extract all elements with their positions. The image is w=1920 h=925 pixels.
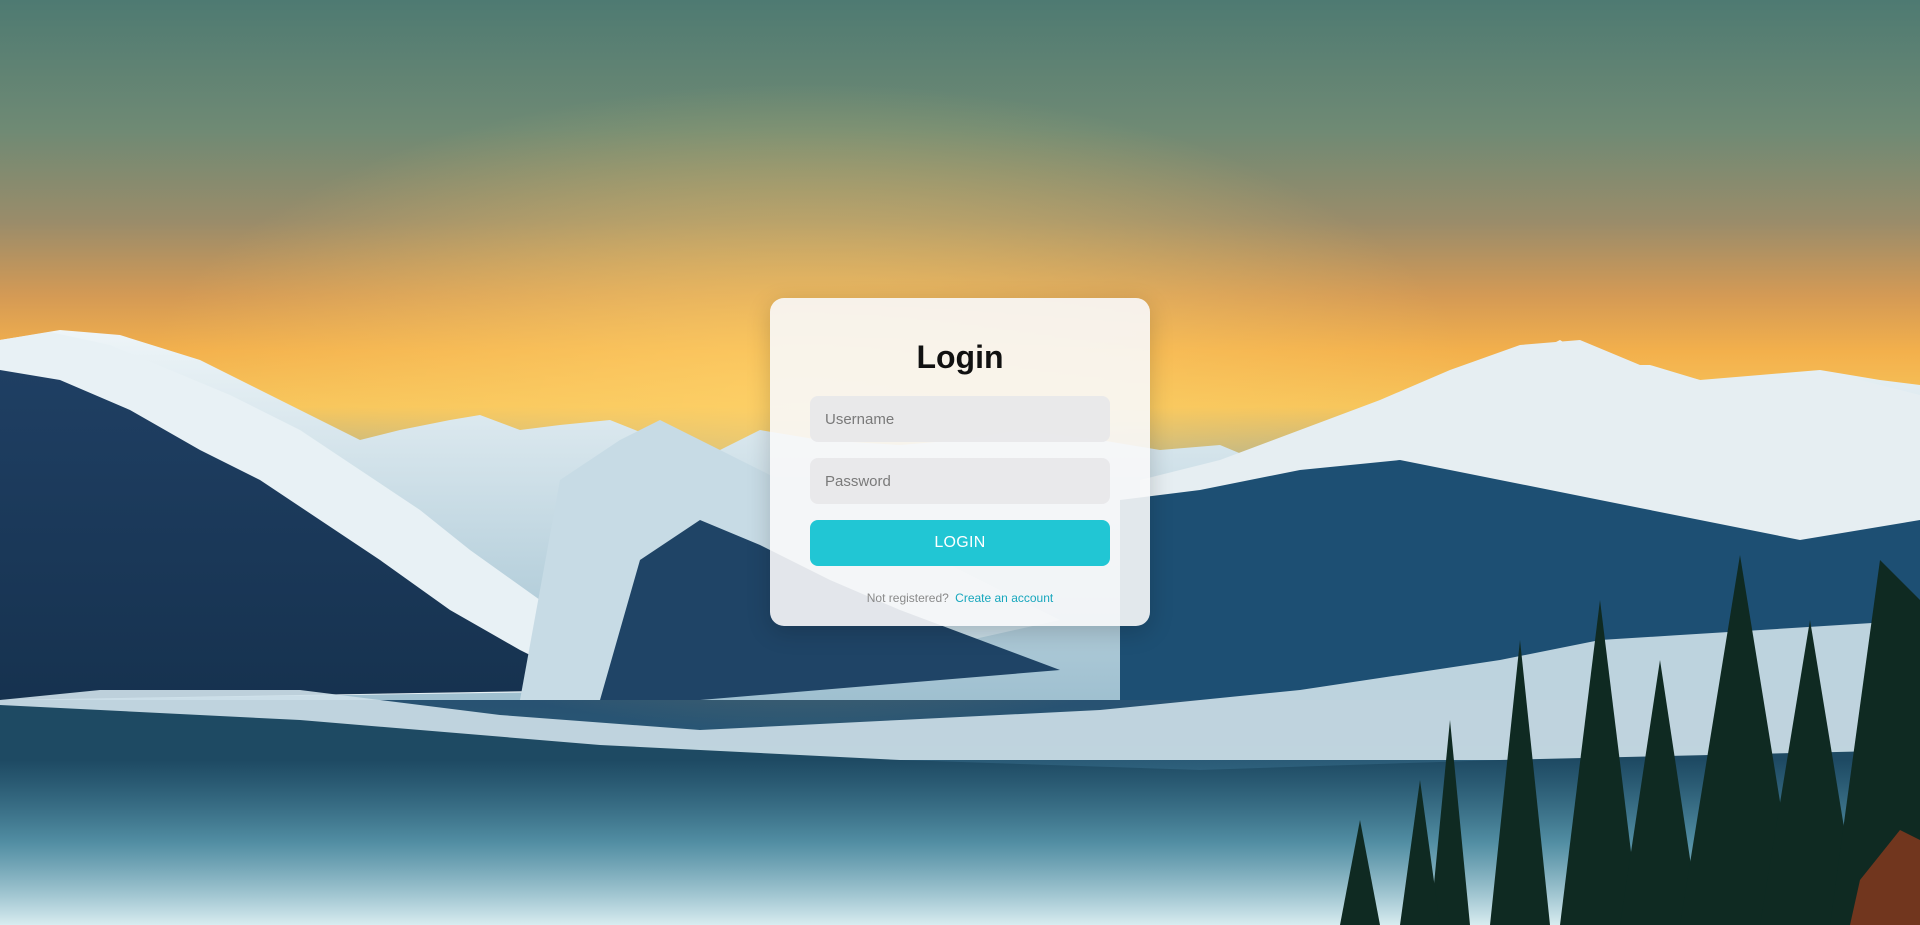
- login-button[interactable]: LOGIN: [810, 520, 1110, 566]
- password-input[interactable]: [810, 458, 1110, 504]
- login-page: Login LOGIN Not registered? Create an ac…: [0, 0, 1920, 925]
- login-title: Login: [916, 339, 1004, 375]
- username-input[interactable]: [810, 396, 1110, 442]
- create-account-link[interactable]: Create an account: [955, 591, 1053, 605]
- register-prompt: Not registered? Create an account: [810, 591, 1110, 605]
- not-registered-text: Not registered?: [866, 591, 949, 605]
- login-card: Login LOGIN Not registered? Create an ac…: [770, 298, 1150, 626]
